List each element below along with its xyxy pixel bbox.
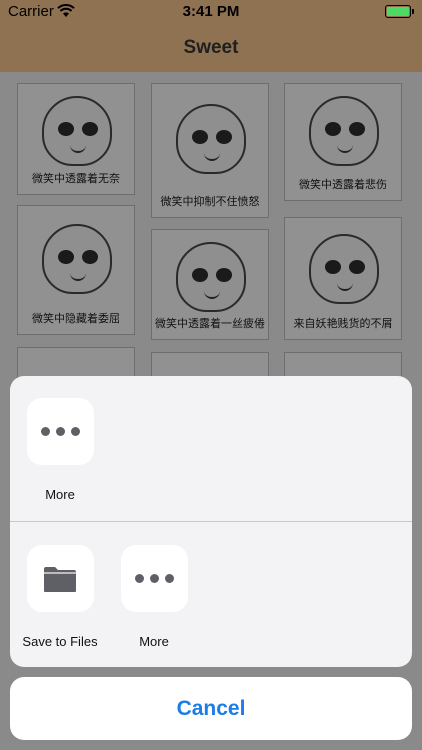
sticker-caption: 微笑中抑制不住愤怒 bbox=[160, 196, 260, 208]
sticker-cell[interactable]: 微笑中隐藏着委屈 bbox=[17, 205, 135, 335]
sticker-face-image bbox=[309, 234, 379, 304]
battery-icon bbox=[385, 5, 414, 18]
sticker-cell[interactable]: 微笑中抑制不住愤怒 bbox=[151, 83, 269, 218]
sticker-face-image bbox=[42, 224, 112, 294]
share-action-label: More bbox=[139, 634, 169, 649]
top-bar: Carrier 3:41 PM Sweet bbox=[0, 0, 422, 72]
share-action-save-to-files[interactable]: Save to Files bbox=[15, 545, 105, 649]
sticker-cell[interactable]: 微笑中透露着一丝疲倦 bbox=[151, 229, 269, 340]
sticker-cell[interactable]: 微笑中透露着无奈 bbox=[17, 83, 135, 195]
folder-icon bbox=[44, 566, 76, 592]
sticker-face-image bbox=[176, 104, 246, 174]
share-action-label: More bbox=[45, 487, 75, 502]
cancel-button[interactable]: Cancel bbox=[10, 677, 412, 740]
sticker-caption: 微笑中隐藏着委屈 bbox=[32, 313, 120, 325]
sticker-face-image bbox=[42, 96, 112, 166]
more-icon[interactable] bbox=[26, 398, 94, 465]
clock: 3:41 PM bbox=[182, 3, 240, 20]
sticker-cell[interactable]: 来自妖艳贱货的不屑 bbox=[284, 217, 402, 340]
row-divider bbox=[10, 521, 412, 522]
more-icon[interactable] bbox=[120, 545, 188, 612]
sticker-caption: 微笑中透露着悲伤 bbox=[299, 179, 387, 191]
page-title: Sweet bbox=[183, 37, 239, 58]
share-sheet: More Save to Files More bbox=[10, 376, 412, 667]
share-action-more[interactable]: More bbox=[15, 398, 105, 502]
sticker-face-image bbox=[309, 96, 379, 166]
share-action-label: Save to Files bbox=[22, 634, 98, 649]
folder-icon-button[interactable] bbox=[26, 545, 94, 612]
sticker-face-image bbox=[176, 242, 246, 312]
status-bar: Carrier 3:41 PM bbox=[0, 0, 422, 24]
sticker-cell[interactable]: 微笑中透露着悲伤 bbox=[284, 83, 402, 201]
sticker-caption: 来自妖艳贱货的不屑 bbox=[293, 318, 393, 330]
sticker-caption: 微笑中透露着无奈 bbox=[32, 173, 120, 185]
share-action-more[interactable]: More bbox=[109, 545, 199, 649]
sticker-caption: 微笑中透露着一丝疲倦 bbox=[155, 318, 265, 330]
